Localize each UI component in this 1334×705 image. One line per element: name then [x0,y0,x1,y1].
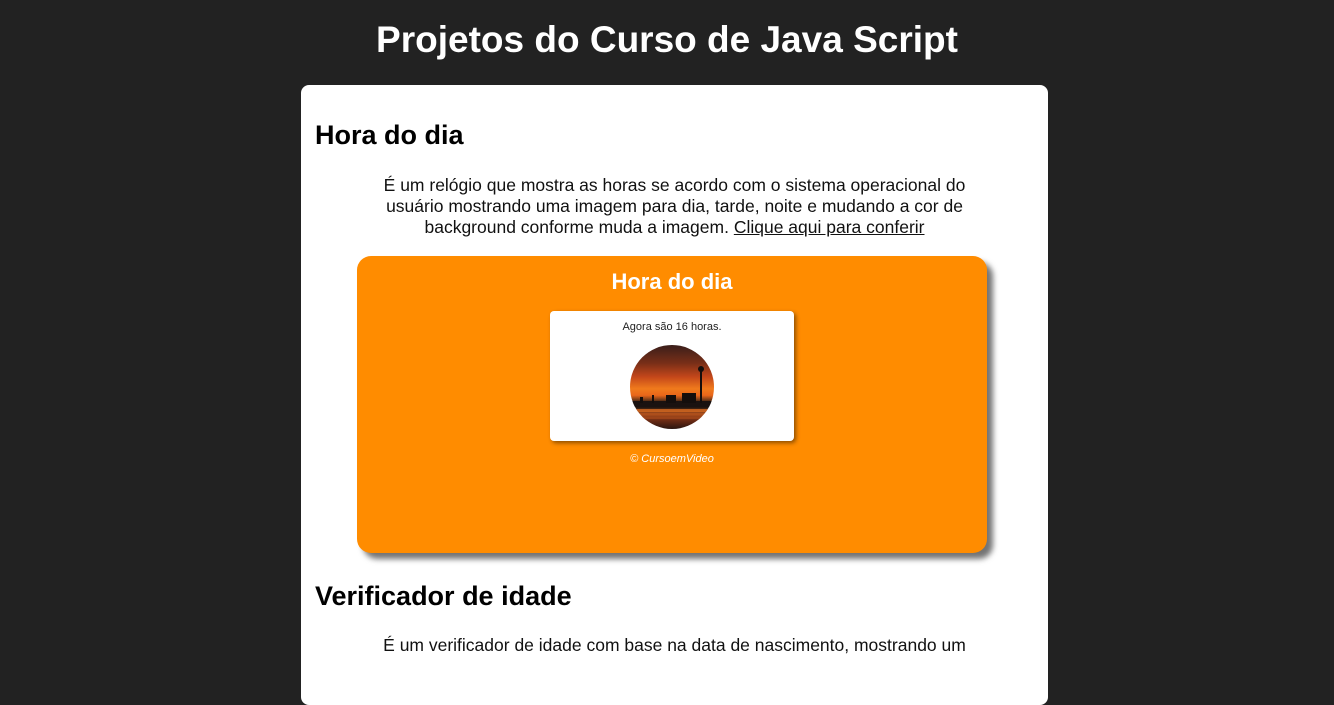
page-title: Projetos do Curso de Java Script [376,19,958,60]
clock-text: Agora são 16 horas. [622,321,722,333]
project-preview-hora-do-dia: Hora do dia Agora são 16 horas. © Cursoe… [357,256,987,553]
check-project-link[interactable]: Clique aqui para conferir [734,217,925,237]
sunset-silhouette-icon [630,366,714,419]
projects-card: Hora do dia É um relógio que mostra as h… [301,85,1048,705]
clock-box: Agora são 16 horas. [550,311,794,441]
section-title-verificador-de-idade: Verificador de idade [315,581,572,611]
section-title-hora-do-dia: Hora do dia [315,120,464,150]
preview-title: Hora do dia [611,269,733,294]
section-description-hora-do-dia: É um relógio que mostra as horas se acor… [367,175,982,238]
sunset-photo [630,345,714,429]
preview-footer: © CursoemVideo [630,453,714,465]
section-description-verificador-de-idade: É um verificador de idade com base na da… [383,635,966,655]
